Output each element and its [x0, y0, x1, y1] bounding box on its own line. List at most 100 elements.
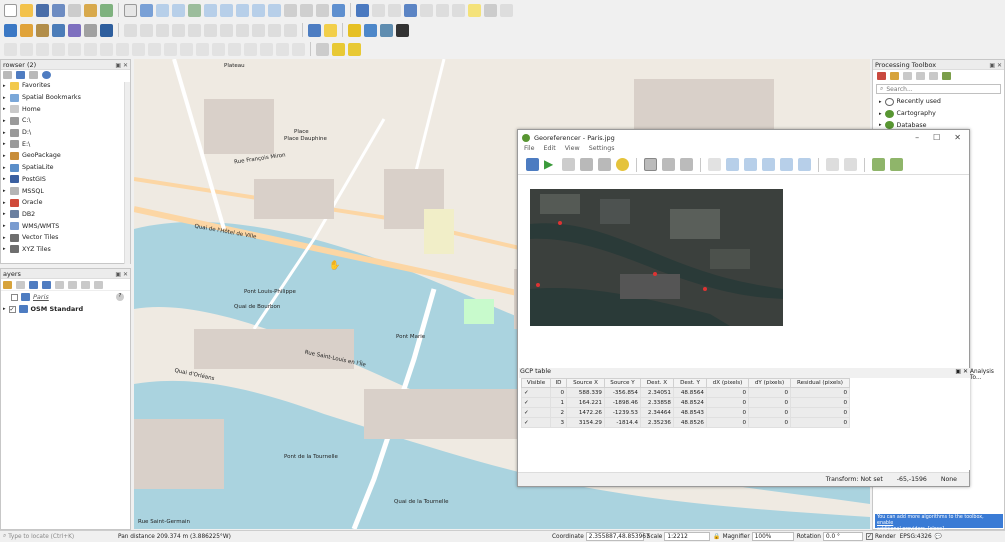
- save-project-icon[interactable]: [36, 3, 49, 17]
- crs-button[interactable]: EPSG:4326: [900, 534, 932, 540]
- browser-item[interactable]: ▸ E:\: [1, 138, 130, 150]
- results-icon[interactable]: [916, 72, 925, 80]
- source-raster-image[interactable]: [530, 189, 783, 326]
- visible-checkbox[interactable]: ✓: [521, 397, 551, 408]
- zoom-last-icon[interactable]: [252, 3, 265, 17]
- col-dy[interactable]: dY (pixels): [748, 378, 791, 388]
- options-icon[interactable]: [942, 72, 951, 80]
- layout-manager-icon[interactable]: [84, 3, 97, 17]
- toolbox-item-recent[interactable]: ▸ Recently used: [873, 96, 1004, 108]
- help-icon[interactable]: ?: [116, 293, 124, 301]
- pan-hand-icon[interactable]: [708, 158, 721, 171]
- text-annotation-icon[interactable]: [500, 3, 513, 17]
- browser-item[interactable]: ▸ Favorites: [1, 80, 130, 92]
- table-row[interactable]: ✓ 3 3154.29 -1814.4 2.35236 48.8526 0 0 0: [521, 417, 850, 428]
- style-manager-icon[interactable]: [100, 3, 113, 17]
- zoom-in-icon[interactable]: [726, 158, 739, 171]
- toolbox-search-input[interactable]: ⌕ Search...: [876, 84, 1001, 94]
- open-table-icon[interactable]: [372, 3, 385, 17]
- raster-calc-icon[interactable]: [380, 23, 393, 37]
- measure-icon[interactable]: [436, 3, 449, 17]
- georeferencer-icon[interactable]: [364, 23, 377, 37]
- menu-file[interactable]: File: [524, 145, 535, 155]
- browser-item[interactable]: ▸ Vector Tiles: [1, 232, 130, 244]
- collapse-all-icon[interactable]: [29, 71, 38, 79]
- advanced-digitize-icon[interactable]: [20, 42, 33, 56]
- zoom-out-icon[interactable]: [172, 3, 185, 17]
- delete-point-icon[interactable]: [662, 158, 675, 171]
- statistics-icon[interactable]: [420, 3, 433, 17]
- reshape-icon[interactable]: [148, 42, 161, 56]
- table-row[interactable]: ✓ 0 588.339 -356.854 2.34051 48.8564 0 0 0: [521, 387, 850, 398]
- manage-theme-icon[interactable]: [29, 280, 38, 289]
- coordinate-field[interactable]: 2.355887,48.853967: [585, 532, 650, 541]
- layer-styling-icon[interactable]: [3, 280, 12, 289]
- browser-item[interactable]: ▸ SpatiaLite: [1, 162, 130, 174]
- expand-arrow-icon[interactable]: ▸: [3, 95, 7, 101]
- move-point-icon[interactable]: [680, 158, 693, 171]
- new-virtual-layer-icon[interactable]: [68, 23, 81, 37]
- show-label-icon[interactable]: [244, 42, 257, 56]
- label-icon[interactable]: [212, 42, 225, 56]
- models-icon[interactable]: [877, 72, 886, 80]
- filter-legend-icon[interactable]: [42, 280, 51, 289]
- toolbox-icon[interactable]: [404, 3, 417, 17]
- rotate-label-icon[interactable]: [276, 42, 289, 56]
- data-source-manager-icon[interactable]: [4, 23, 17, 37]
- toolbox-item-cartography[interactable]: ▸ Cartography: [873, 108, 1004, 120]
- table-row[interactable]: ✓ 2 1472.26 -1239.53 2.34464 48.8543 0 0 0: [521, 407, 850, 418]
- delete-ring-icon[interactable]: [116, 42, 129, 56]
- local-histogram-icon[interactable]: [890, 158, 903, 171]
- lock-icon[interactable]: 🔒: [713, 534, 720, 540]
- minimize-icon[interactable]: –: [915, 133, 919, 142]
- browser-scrollbar[interactable]: [124, 82, 130, 264]
- zoom-in-icon[interactable]: [156, 3, 169, 17]
- plugin-icon[interactable]: [396, 23, 409, 37]
- edit-pencil-icon[interactable]: [124, 23, 137, 37]
- database-icon[interactable]: [308, 23, 321, 37]
- menu-settings[interactable]: Settings: [589, 145, 615, 155]
- layer-item-osm[interactable]: ▸ ✓ OSM Standard: [1, 303, 130, 315]
- new-map-view-icon[interactable]: [284, 3, 297, 17]
- python-icon[interactable]: [324, 23, 337, 37]
- tips-icon[interactable]: [468, 3, 481, 17]
- save-edits-icon[interactable]: [156, 23, 169, 37]
- col-residual[interactable]: Residual (pixels): [790, 378, 850, 388]
- col-dest-y[interactable]: Dest. Y: [673, 378, 707, 388]
- merge-features-icon[interactable]: [196, 42, 209, 56]
- layer-checkbox[interactable]: [11, 293, 18, 301]
- highlight-icon[interactable]: [332, 42, 345, 56]
- zoom-full-icon[interactable]: [188, 3, 201, 17]
- zoom-selection-icon[interactable]: [204, 3, 217, 17]
- panel-close-icon[interactable]: ▣ ✕: [989, 61, 1002, 71]
- new-spatialite-icon[interactable]: [52, 23, 65, 37]
- expand-all-icon[interactable]: [68, 280, 77, 289]
- offset-curve-icon[interactable]: [164, 42, 177, 56]
- pan-to-selection-icon[interactable]: [140, 3, 153, 17]
- collapse-all-icon[interactable]: [81, 280, 90, 289]
- open-raster-icon[interactable]: [526, 158, 539, 171]
- expand-arrow-icon[interactable]: ▸: [3, 246, 7, 252]
- zoom-native-icon[interactable]: [236, 3, 249, 17]
- add-group-icon[interactable]: [16, 280, 25, 289]
- filter-icon[interactable]: [16, 71, 25, 79]
- close-icon[interactable]: ✕: [954, 133, 961, 142]
- bookmark-icon[interactable]: [300, 3, 313, 17]
- temporal-icon[interactable]: [316, 3, 329, 17]
- messages-icon[interactable]: 💬: [935, 534, 942, 540]
- add-part-icon[interactable]: [84, 42, 97, 56]
- rotate-feature-icon[interactable]: [36, 42, 49, 56]
- add-ring-icon[interactable]: [68, 42, 81, 56]
- expand-arrow-icon[interactable]: ▸: [3, 153, 7, 159]
- paste-icon[interactable]: [252, 23, 265, 37]
- edit-features-icon[interactable]: [929, 72, 938, 80]
- remove-layer-icon[interactable]: [94, 280, 103, 289]
- new-temp-layer-icon[interactable]: [100, 23, 113, 37]
- load-gcp-icon[interactable]: [580, 158, 593, 171]
- info-icon[interactable]: [42, 71, 51, 79]
- digitize-icon[interactable]: [140, 23, 153, 37]
- browser-item[interactable]: ▸ D:\: [1, 127, 130, 139]
- expand-arrow-icon[interactable]: ▸: [3, 200, 7, 206]
- copy-icon[interactable]: [236, 23, 249, 37]
- annotation-icon[interactable]: [316, 42, 329, 56]
